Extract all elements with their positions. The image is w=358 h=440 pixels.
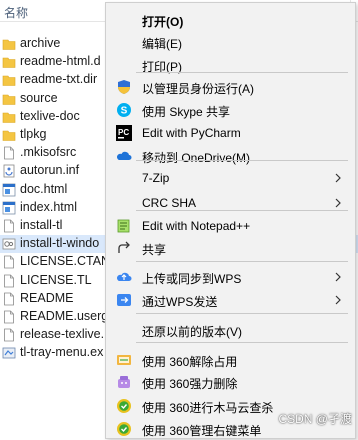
folder-icon [2, 73, 16, 87]
menu-separator [136, 72, 348, 73]
delete-360-icon [116, 374, 132, 390]
menu-item-label: 上传或同步到WPS [142, 272, 242, 286]
menu-item-label: 打开(O) [142, 15, 184, 29]
file-name: texlive-doc [20, 108, 80, 123]
inf-file-icon [2, 164, 16, 178]
file-name: index.html [20, 199, 77, 214]
menu-item-6[interactable]: PC Edit with PyCharm [108, 123, 353, 143]
file-file-icon [2, 328, 16, 342]
file-name: .mkisofsrc [20, 145, 77, 160]
share-icon [116, 240, 132, 256]
menu-item-2[interactable]: 编辑(E) [108, 32, 353, 52]
file-file-icon [2, 146, 16, 160]
menu-item-10[interactable]: Edit with Notepad++ [108, 216, 353, 236]
menu-item-8[interactable]: 7-Zip [108, 168, 353, 188]
menu-item-12[interactable]: 上传或同步到WPS [108, 267, 353, 287]
menu-item-label: 通过WPS发送 [142, 295, 218, 309]
folder-icon [2, 92, 16, 106]
menu-separator [136, 210, 348, 211]
menu-item-label: Edit with PyCharm [142, 126, 241, 140]
file-name: LICENSE.TL [20, 272, 92, 287]
chevron-right-icon [333, 271, 343, 283]
menu-item-label: 使用 360管理右键菜单 [142, 424, 262, 438]
menu-item-13[interactable]: 通过WPS发送 [108, 290, 353, 310]
file-name: readme-txt.dir [20, 72, 98, 87]
folder-icon [2, 110, 16, 124]
file-name: release-texlive. [20, 327, 105, 342]
svg-text:S: S [121, 106, 128, 117]
menu-item-label: CRC SHA [142, 196, 197, 210]
exe-file-icon [2, 346, 16, 360]
menu-item-label: Edit with Notepad++ [142, 219, 251, 233]
menu-item-11[interactable]: 共享 [108, 238, 353, 258]
menu-item-4[interactable]: 以管理员身份运行(A) [108, 77, 353, 97]
file-name: install-tl [20, 218, 63, 232]
scan-360-icon [116, 398, 132, 414]
menu-separator [136, 160, 348, 161]
batch-file-icon [2, 237, 16, 251]
menu-item-14[interactable]: 还原以前的版本(V) [108, 320, 353, 340]
menu-item-1[interactable]: 打开(O) [108, 10, 353, 30]
html-file-icon [2, 183, 16, 197]
file-file-icon [2, 292, 16, 306]
chevron-right-icon [333, 294, 343, 306]
file-name: source [20, 90, 58, 105]
file-name: doc.html [20, 181, 68, 196]
menu-separator [136, 261, 348, 262]
folder-icon [2, 128, 16, 142]
menu-item-label: 还原以前的版本(V) [142, 325, 242, 339]
file-name: readme-html.d [20, 54, 101, 69]
chevron-right-icon [333, 197, 343, 209]
menu-item-label: 以管理员身份运行(A) [142, 82, 254, 96]
file-name: tl-tray-menu.ex [20, 345, 104, 360]
menu-item-label: 共享 [142, 243, 167, 257]
menu-item-label: 使用 Skype 共享 [142, 105, 231, 119]
chevron-right-icon [333, 172, 343, 184]
menu-item-label: 7-Zip [142, 171, 170, 185]
menu-item-16[interactable]: 使用 360强力删除 [108, 372, 353, 392]
file-name: tlpkg [20, 127, 47, 141]
file-name: install-tl-windo [20, 236, 100, 251]
menu-item-label: 移动到 OneDrive(M) [142, 151, 251, 165]
onedrive-icon [116, 148, 132, 164]
menu-separator [136, 342, 348, 343]
file-file-icon [2, 274, 16, 288]
context-menu: 打开(O) 编辑(E) 打印(P) 以管理员身份运行(A) S 使用 Skype 共享 PC… [105, 2, 356, 439]
file-name: README [20, 290, 74, 305]
notepadpp-icon [116, 218, 132, 234]
file-file-icon [2, 310, 16, 324]
menu-item-5[interactable]: S 使用 Skype 共享 [108, 100, 353, 120]
uac-shield-icon [116, 79, 132, 95]
folder-icon [2, 37, 16, 51]
file-name: autorun.inf [20, 163, 80, 178]
unlock-360-icon [116, 352, 132, 368]
file-name: archive [20, 36, 61, 50]
svg-text:PC: PC [118, 128, 129, 137]
file-name: README.userg [20, 309, 109, 323]
skype-icon: S [116, 102, 132, 118]
wps-cloud-icon [116, 269, 132, 285]
menu-item-label: 使用 360强力删除 [142, 377, 238, 391]
file-file-icon [2, 219, 16, 233]
name-column-header[interactable]: 名称 [4, 4, 28, 21]
menu-item-15[interactable]: 使用 360解除占用 [108, 350, 353, 370]
menu-360-icon [116, 421, 132, 437]
pycharm-icon: PC [116, 125, 132, 141]
file-file-icon [2, 255, 16, 269]
menu-item-label: 编辑(E) [142, 37, 182, 51]
wps-send-icon [116, 292, 132, 308]
html-file-icon [2, 201, 16, 215]
file-name: LICENSE.CTAN [20, 254, 111, 269]
folder-icon [2, 55, 16, 69]
menu-item-label: 使用 360进行木马云查杀 [142, 401, 274, 415]
watermark: CSDN @孑渡 [278, 412, 352, 426]
menu-separator [136, 313, 348, 314]
menu-item-label: 使用 360解除占用 [142, 355, 238, 369]
menu-item-7[interactable]: 移动到 OneDrive(M) [108, 146, 353, 166]
